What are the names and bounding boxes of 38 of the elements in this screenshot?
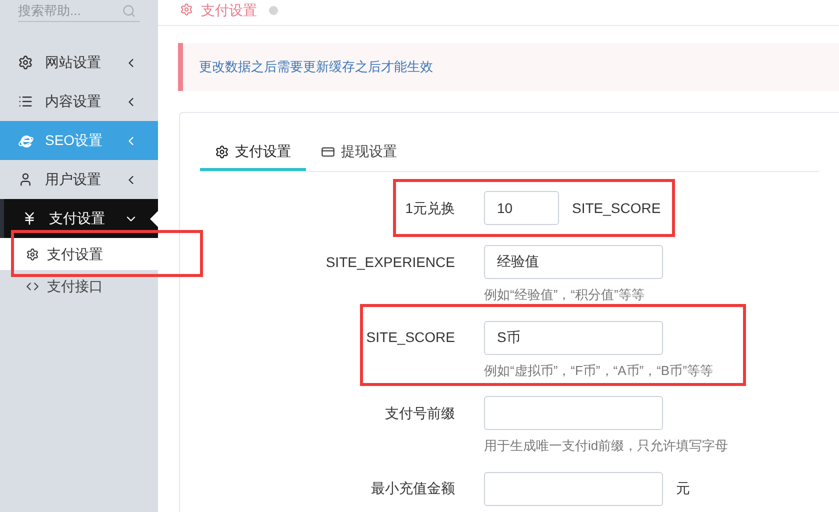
yen-icon [22, 211, 37, 226]
unit-label: SITE_SCORE [572, 198, 661, 218]
field-label: SITE_SCORE [365, 328, 456, 347]
search-field[interactable]: 搜索帮助... [18, 0, 140, 22]
tab[interactable]: 提现设置 [306, 135, 412, 171]
search-icon[interactable] [122, 4, 136, 18]
alert-message: 更改数据之后需要更新缓存之后才能生效 [178, 43, 839, 91]
input-field[interactable]: S币 [484, 320, 663, 354]
help-text: 例如“经验值”，“积分值”等等 [484, 286, 646, 304]
breadcrumb-title: 支付设置 [201, 1, 257, 20]
submenu-item[interactable]: 支付设置 [0, 238, 158, 270]
sidebar-item[interactable]: 支付设置 [0, 199, 158, 238]
input-field[interactable]: 10 [484, 191, 559, 225]
input-field[interactable]: 经验值 [484, 245, 663, 279]
gear-icon [18, 55, 33, 70]
sidebar-item[interactable]: 网站设置 [0, 43, 158, 82]
user-icon [18, 172, 33, 187]
field-label: SITE_EXPERIENCE [324, 252, 456, 272]
help-text: 用于生成唯一支付id前缀，只允许填写字母 [484, 437, 730, 455]
submenu-item[interactable]: 支付接口 [0, 270, 158, 302]
gear-icon [180, 3, 193, 16]
sidebar-item[interactable]: 内容设置 [0, 82, 158, 121]
gear-icon [26, 248, 39, 260]
field-label: 1元兑换 [404, 198, 456, 218]
tab[interactable]: 支付设置 [200, 135, 306, 171]
input-field[interactable] [484, 472, 663, 506]
code-icon [26, 280, 39, 292]
sidebar-item[interactable]: 用户设置 [0, 160, 158, 199]
help-text: 例如“虚拟币”，“F币”，“A币”，“B币”等等 [484, 362, 714, 380]
field-label: 支付号前缀 [384, 404, 456, 422]
menu-icon [18, 94, 33, 109]
ie-icon [18, 133, 33, 148]
card-icon [321, 144, 335, 158]
pointer-notch [150, 211, 158, 227]
input-field[interactable] [484, 396, 663, 430]
gear-icon [215, 144, 229, 158]
unit-label: 元 [676, 479, 690, 498]
field-label: 最小充值金额 [370, 479, 456, 498]
